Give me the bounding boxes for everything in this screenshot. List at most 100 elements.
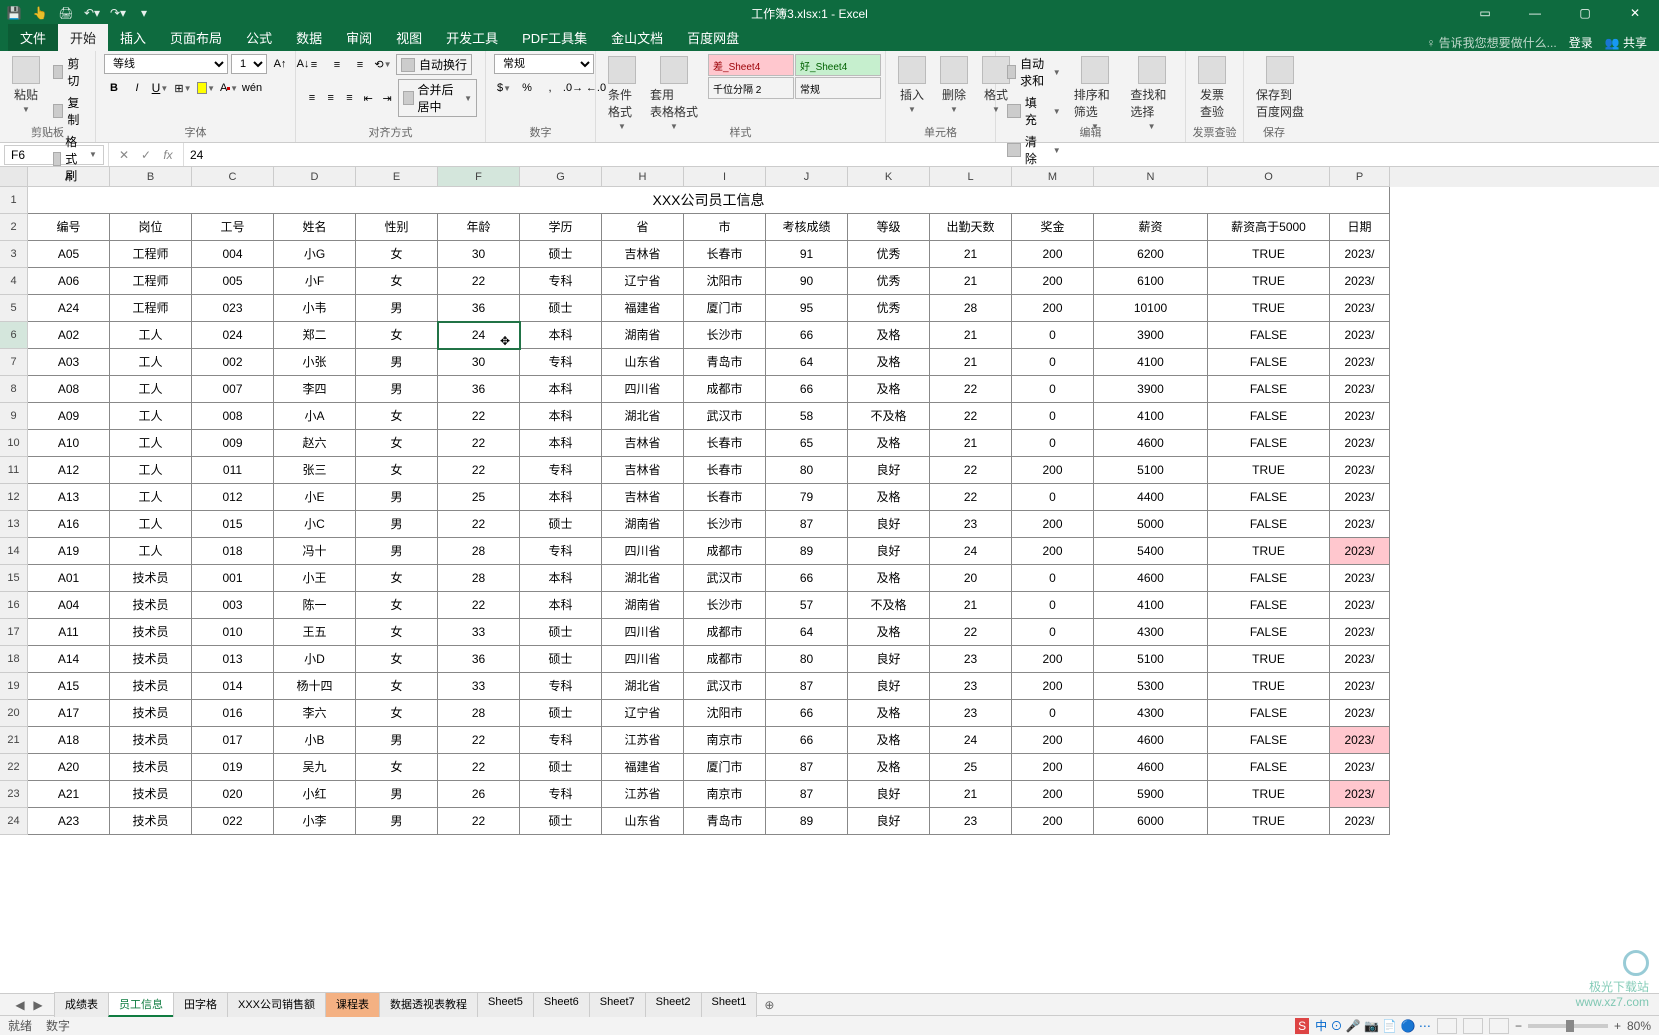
tab-开始[interactable]: 开始 xyxy=(58,24,108,51)
cell[interactable]: 专科 xyxy=(520,349,602,376)
cell[interactable]: 李四 xyxy=(274,376,356,403)
cell[interactable]: 011 xyxy=(192,457,274,484)
cell[interactable]: 硕士 xyxy=(520,808,602,835)
cell[interactable]: 等级 xyxy=(848,214,930,241)
cell[interactable]: 硕士 xyxy=(520,619,602,646)
cell[interactable]: 6200 xyxy=(1094,241,1208,268)
cell[interactable]: 山东省 xyxy=(602,808,684,835)
cell[interactable]: 长春市 xyxy=(684,241,766,268)
cell[interactable]: 王五 xyxy=(274,619,356,646)
cell[interactable]: 64 xyxy=(766,619,848,646)
sheet-tab-Sheet2[interactable]: Sheet2 xyxy=(645,992,702,1017)
font-color-button[interactable]: A▼ xyxy=(219,78,239,98)
cell[interactable]: 江苏省 xyxy=(602,781,684,808)
cell[interactable]: 技术员 xyxy=(110,754,192,781)
cell[interactable]: 武汉市 xyxy=(684,403,766,430)
cell[interactable]: 4400 xyxy=(1094,484,1208,511)
cell[interactable]: 200 xyxy=(1012,511,1094,538)
italic-button[interactable]: I xyxy=(127,78,147,98)
cell[interactable]: 008 xyxy=(192,403,274,430)
row-header[interactable]: 20 xyxy=(0,700,28,727)
cell[interactable]: 吴九 xyxy=(274,754,356,781)
cell[interactable]: 21 xyxy=(930,349,1012,376)
inc-decimal-icon[interactable]: .0→ xyxy=(563,78,583,98)
cell[interactable]: 64 xyxy=(766,349,848,376)
cell[interactable]: 南京市 xyxy=(684,727,766,754)
cell[interactable]: 0 xyxy=(1012,322,1094,349)
cell[interactable]: 工程师 xyxy=(110,268,192,295)
cell[interactable]: 杨十四 xyxy=(274,673,356,700)
cell[interactable]: 工程师 xyxy=(110,295,192,322)
cell[interactable]: 0 xyxy=(1012,592,1094,619)
cell[interactable]: 厦门市 xyxy=(684,295,766,322)
cell[interactable]: A18 xyxy=(28,727,110,754)
indent-inc-icon[interactable]: ⇥ xyxy=(379,88,395,108)
save-icon[interactable]: 💾 xyxy=(6,5,22,21)
cell[interactable]: 女 xyxy=(356,565,438,592)
cell[interactable]: 技术员 xyxy=(110,727,192,754)
cell[interactable]: 不及格 xyxy=(848,592,930,619)
cell[interactable]: 工人 xyxy=(110,511,192,538)
cell[interactable]: 91 xyxy=(766,241,848,268)
row-header[interactable]: 2 xyxy=(0,214,28,241)
cell[interactable]: A20 xyxy=(28,754,110,781)
cell[interactable]: 200 xyxy=(1012,268,1094,295)
cell[interactable]: 200 xyxy=(1012,754,1094,781)
cell[interactable]: 四川省 xyxy=(602,619,684,646)
cell[interactable]: 吉林省 xyxy=(602,241,684,268)
cell[interactable]: 33 xyxy=(438,619,520,646)
cell[interactable]: 及格 xyxy=(848,376,930,403)
cell[interactable]: 小D xyxy=(274,646,356,673)
row-header[interactable]: 24 xyxy=(0,808,28,835)
cell[interactable]: 男 xyxy=(356,511,438,538)
cell[interactable]: 24 xyxy=(930,727,1012,754)
sheet-tab-Sheet7[interactable]: Sheet7 xyxy=(589,992,646,1017)
row-header[interactable]: 17 xyxy=(0,619,28,646)
bold-button[interactable]: B xyxy=(104,78,124,98)
cell[interactable]: 21 xyxy=(930,322,1012,349)
cell[interactable]: 2023/ xyxy=(1330,376,1390,403)
cell[interactable]: FALSE xyxy=(1208,376,1330,403)
align-left-icon[interactable]: ≡ xyxy=(304,88,320,108)
cell[interactable]: 2023/ xyxy=(1330,538,1390,565)
cell[interactable]: 小李 xyxy=(274,808,356,835)
cell[interactable]: 女 xyxy=(356,700,438,727)
cell[interactable]: A08 xyxy=(28,376,110,403)
cell[interactable]: 硕士 xyxy=(520,646,602,673)
cell[interactable]: 女 xyxy=(356,430,438,457)
cell[interactable]: FALSE xyxy=(1208,484,1330,511)
align-bottom-icon[interactable]: ≡ xyxy=(350,55,370,75)
cell[interactable]: 厦门市 xyxy=(684,754,766,781)
col-header-G[interactable]: G xyxy=(520,167,602,187)
ime-icon[interactable]: S xyxy=(1295,1018,1309,1034)
cell[interactable]: 女 xyxy=(356,592,438,619)
number-format-select[interactable]: 常规 xyxy=(494,54,594,74)
cell[interactable]: 性别 xyxy=(356,214,438,241)
cell[interactable]: 2023/ xyxy=(1330,808,1390,835)
view-layout-icon[interactable] xyxy=(1463,1018,1483,1034)
cell[interactable]: 26 xyxy=(438,781,520,808)
cell[interactable]: 21 xyxy=(930,268,1012,295)
sheet-tab-课程表[interactable]: 课程表 xyxy=(325,992,380,1017)
cell[interactable]: 湖南省 xyxy=(602,592,684,619)
cell[interactable]: 四川省 xyxy=(602,538,684,565)
col-header-E[interactable]: E xyxy=(356,167,438,187)
border-button[interactable]: ⊞▼ xyxy=(173,78,193,98)
cell[interactable]: 22 xyxy=(438,754,520,781)
cell[interactable]: 技术员 xyxy=(110,781,192,808)
cell[interactable]: 4100 xyxy=(1094,592,1208,619)
cell[interactable]: FALSE xyxy=(1208,349,1330,376)
cell[interactable]: 200 xyxy=(1012,457,1094,484)
cell[interactable]: 21 xyxy=(930,430,1012,457)
sheet-tab-成绩表[interactable]: 成绩表 xyxy=(54,992,109,1017)
cell[interactable]: 男 xyxy=(356,808,438,835)
cell[interactable]: 长沙市 xyxy=(684,322,766,349)
cell[interactable]: 本科 xyxy=(520,430,602,457)
cell[interactable]: 女 xyxy=(356,673,438,700)
cell[interactable]: 23 xyxy=(930,700,1012,727)
cell[interactable]: 200 xyxy=(1012,727,1094,754)
sheet-tab-Sheet6[interactable]: Sheet6 xyxy=(533,992,590,1017)
cell[interactable]: 长春市 xyxy=(684,484,766,511)
cell[interactable]: 6100 xyxy=(1094,268,1208,295)
cell[interactable]: 0 xyxy=(1012,484,1094,511)
